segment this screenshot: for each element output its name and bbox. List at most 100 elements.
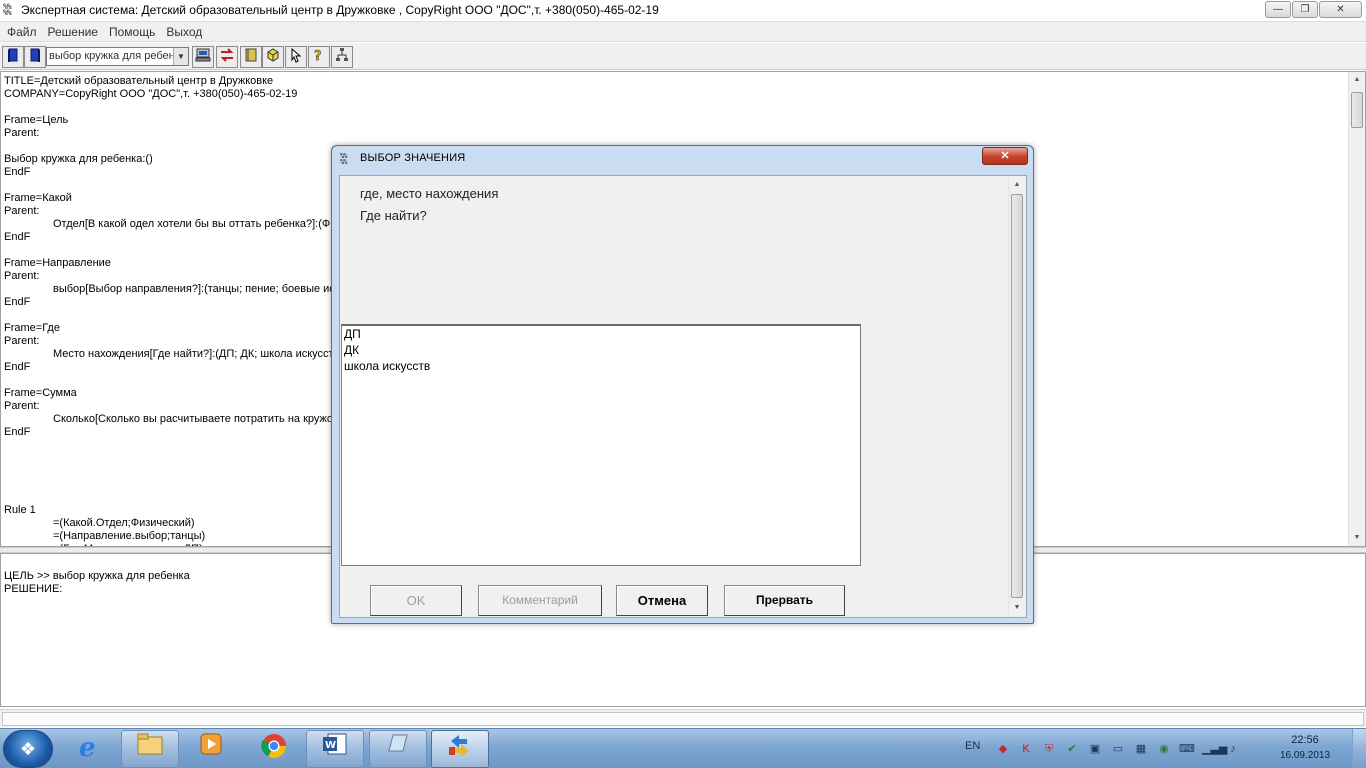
network-icon[interactable]: ▣ [1087, 741, 1103, 757]
window-title: Экспертная система: Детский образователь… [21, 3, 659, 17]
list-item[interactable]: школа искусств [344, 359, 430, 373]
usb-icon[interactable]: ⌨ [1179, 741, 1195, 757]
cancel-button[interactable]: Отмена [616, 585, 708, 616]
editor-line: Место нахождения[Где найти?]:(ДП; ДК; шк… [53, 348, 344, 360]
editor-line: Frame=Какой [4, 192, 72, 204]
clock-time: 22:56 [1291, 734, 1319, 746]
editor-line: =(Направление.выбор;танцы) [53, 530, 206, 542]
menu-solution[interactable]: Решение [47, 22, 104, 41]
svg-text:W: W [325, 740, 336, 751]
menu-file[interactable]: Файл [6, 22, 43, 41]
expert-system-task-icon[interactable] [431, 730, 489, 768]
menu-exit[interactable]: Выход [165, 22, 208, 41]
output-line: ЦЕЛЬ >> выбор кружка для ребенка [4, 570, 190, 582]
shield-icon[interactable]: ⛨ [1041, 741, 1057, 757]
output-line: РЕШЕНИЕ: [4, 583, 63, 595]
scroll-up-icon[interactable]: ▲ [1009, 177, 1025, 193]
editor-line: Parent: [4, 127, 40, 139]
editor-line: EndF [4, 166, 31, 178]
editor-line: EndF [4, 296, 31, 308]
editor-line: Parent: [4, 335, 40, 347]
editor-line: EndF [4, 426, 31, 438]
chrome-icon[interactable] [245, 730, 303, 768]
app-icon: %%%% [3, 2, 12, 17]
dialog-close-button[interactable]: ✕ [982, 147, 1028, 165]
close-button[interactable]: ✕ [1319, 1, 1362, 18]
dialog-app-icon: %%%% [340, 152, 347, 166]
windows-logo-icon: ❖ [19, 739, 37, 759]
editor-line: COMPANY=CopyRight ООО "ДОС",т. +380(050)… [4, 88, 298, 100]
volume-icon[interactable]: ♪ [1225, 741, 1241, 757]
signal-icon[interactable]: ▁▃▅ [1202, 741, 1227, 757]
editor-line: Frame=Направление [4, 257, 111, 269]
window-title-bar: %%%% Экспертная система: Детский образов… [0, 0, 1366, 22]
editor-line: выбор[Выбор направления?]:(танцы; пение;… [53, 283, 377, 295]
ok-button[interactable]: OK [370, 585, 462, 616]
comment-button[interactable]: Комментарий [478, 585, 602, 616]
scroll-down-icon[interactable]: ▼ [1009, 600, 1025, 616]
frame-select-value: выбор кружка для ребенка:() [49, 50, 173, 62]
editor-line: =(Какой.Отдел;Физический) [53, 517, 195, 529]
file-explorer-icon[interactable] [121, 730, 179, 768]
start-button[interactable]: ❖ [3, 730, 53, 768]
list-item[interactable]: ДК [344, 343, 359, 357]
editor-scroll-thumb[interactable] [1351, 92, 1363, 128]
monitor-icon[interactable]: ▭ [1110, 741, 1126, 757]
editor-line: EndF [4, 231, 31, 243]
dialog-scroll-thumb[interactable] [1011, 194, 1023, 598]
question-icon[interactable]: ? [308, 46, 330, 68]
back-book-icon[interactable] [2, 46, 24, 68]
word-icon[interactable]: W [306, 730, 364, 768]
notepad-icon[interactable] [369, 730, 427, 768]
device-icon[interactable]: ▦ [1133, 741, 1149, 757]
kaspersky-icon[interactable]: K [1018, 741, 1034, 757]
book-icon[interactable] [240, 46, 262, 68]
editor-line: TITLE=Детский образовательный центр в Др… [4, 75, 274, 87]
dialog-title: ВЫБОР ЗНАЧЕНИЯ [360, 152, 466, 164]
internet-explorer-icon[interactable]: e [60, 730, 118, 768]
maximize-button[interactable]: ❐ [1292, 1, 1318, 18]
show-desktop-button[interactable] [1352, 729, 1366, 768]
clock[interactable]: 22:56 16.09.2013 [1270, 734, 1340, 761]
editor-line: Parent: [4, 205, 40, 217]
svg-text:e: e [79, 733, 96, 761]
frame-select[interactable]: выбор кружка для ребенка:() ▼ [46, 47, 189, 66]
language-indicator[interactable]: EN [965, 740, 980, 752]
toolbar: выбор кружка для ребенка:() ▼ ? [0, 43, 1366, 70]
status-bar [0, 709, 1366, 727]
nvidia-icon[interactable]: ◉ [1156, 741, 1172, 757]
clock-date: 16.09.2013 [1279, 750, 1331, 761]
menu-help[interactable]: Помощь [108, 22, 161, 41]
dialog-body: где, место нахождения Где найти? ДП ДК ш… [339, 175, 1027, 618]
editor-line: Сколько[Сколько вы расчитываете потратит… [53, 413, 347, 425]
svg-text:?: ? [314, 49, 322, 63]
computer-icon[interactable] [192, 46, 214, 68]
editor-line: Rule 1 [4, 504, 36, 516]
pointer-help-icon[interactable] [285, 46, 307, 68]
swap-arrows-icon[interactable] [216, 46, 238, 68]
editor-scrollbar[interactable]: ▲ ▼ [1348, 72, 1365, 546]
editor-line: Parent: [4, 270, 40, 282]
check-icon[interactable]: ✔ [1064, 741, 1080, 757]
editor-line: Frame=Сумма [4, 387, 77, 399]
dialog-scrollbar[interactable]: ▲ ▼ [1008, 177, 1025, 617]
scroll-down-icon[interactable]: ▼ [1349, 530, 1365, 546]
tree-icon[interactable] [331, 46, 353, 68]
options-list[interactable]: ДП ДК школа искусств [341, 324, 861, 566]
value-select-dialog: %%%% ВЫБОР ЗНАЧЕНИЯ ✕ где, место нахожде… [331, 145, 1034, 624]
media-player-icon[interactable] [182, 730, 240, 768]
editor-line: Выбор кружка для ребенка:() [4, 153, 153, 165]
cube-icon[interactable] [262, 46, 284, 68]
minimize-button[interactable]: — [1265, 1, 1291, 18]
scroll-up-icon[interactable]: ▲ [1349, 72, 1365, 88]
forward-book-icon[interactable] [24, 46, 46, 68]
antivirus-icon[interactable]: ◆ [995, 741, 1011, 757]
list-item[interactable]: ДП [344, 327, 361, 341]
editor-line: Frame=Где [4, 322, 60, 334]
editor-line: EndF [4, 361, 31, 373]
attribute-name: где, место нахождения [360, 186, 499, 201]
abort-button[interactable]: Прервать [724, 585, 845, 616]
taskbar: ❖ e W EN ◆ K ⛨ ✔ ▣ ▭ ▦ ◉ ⌨ ▁▃▅ ♪ 22:56 1… [0, 728, 1366, 768]
chevron-down-icon[interactable]: ▼ [173, 48, 188, 65]
editor-line: Parent: [4, 400, 40, 412]
